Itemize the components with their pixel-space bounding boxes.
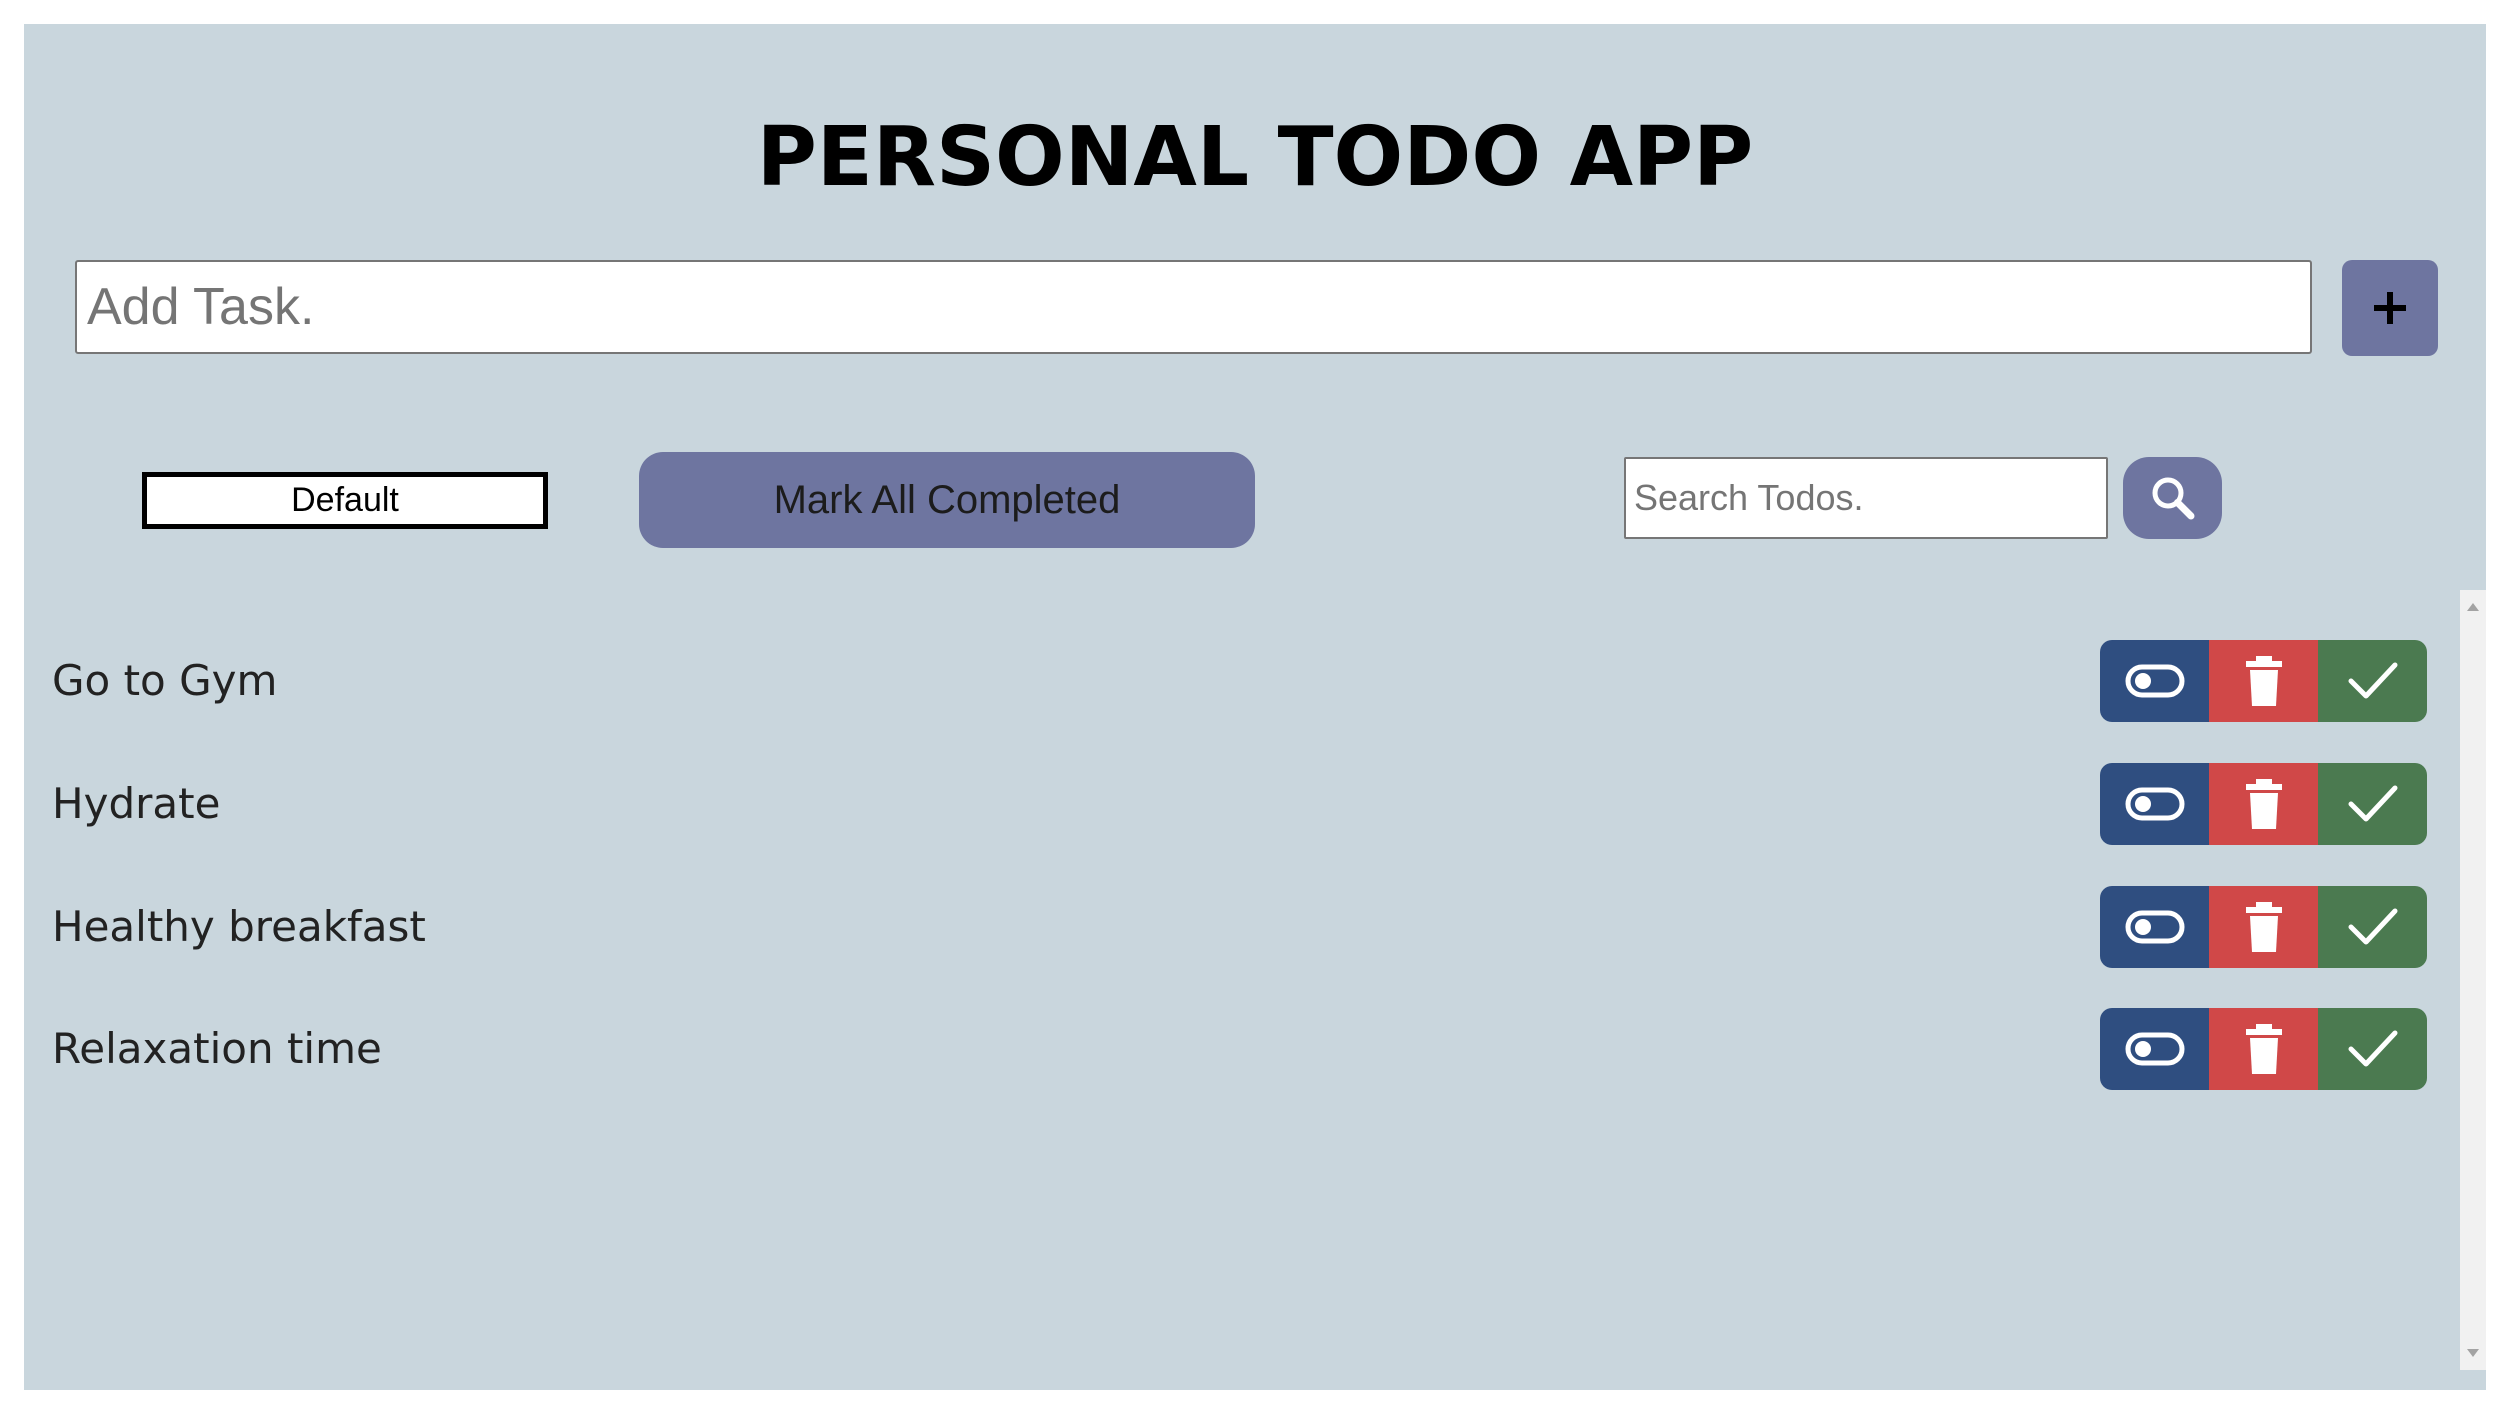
toggle-icon [2125, 664, 2184, 698]
search-input[interactable] [1624, 457, 2108, 539]
add-task-button[interactable] [2342, 260, 2438, 356]
check-icon [2348, 662, 2397, 699]
todo-item: Hydrate [24, 763, 2460, 845]
todo-item: Healthy breakfast [24, 886, 2460, 968]
complete-todo-button[interactable] [2318, 886, 2427, 968]
toggle-todo-button[interactable] [2100, 640, 2209, 722]
plus-icon [2374, 292, 2406, 324]
toggle-icon [2125, 787, 2184, 821]
search-button[interactable] [2123, 457, 2222, 539]
check-icon [2348, 785, 2397, 822]
trash-icon [2245, 656, 2282, 706]
todo-list-scrollbar[interactable] [2460, 590, 2486, 1370]
page-title: PERSONAL TODO APP [756, 110, 1754, 205]
todo-list: Go to Gym Hydrate Healthy breakfast Rela… [24, 590, 2460, 1370]
todo-item-text: Hydrate [52, 779, 221, 828]
complete-todo-button[interactable] [2318, 640, 2427, 722]
check-icon [2348, 1030, 2397, 1067]
toggle-todo-button[interactable] [2100, 1008, 2209, 1090]
delete-todo-button[interactable] [2209, 886, 2318, 968]
scroll-up-arrow-icon[interactable] [2460, 594, 2486, 620]
toggle-todo-button[interactable] [2100, 763, 2209, 845]
todo-item: Go to Gym [24, 640, 2460, 722]
add-task-input[interactable] [75, 260, 2312, 354]
delete-todo-button[interactable] [2209, 763, 2318, 845]
toggle-icon [2125, 910, 2184, 944]
toggle-todo-button[interactable] [2100, 886, 2209, 968]
todo-item-text: Relaxation time [52, 1024, 382, 1073]
trash-icon [2245, 1024, 2282, 1074]
check-icon [2348, 908, 2397, 945]
complete-todo-button[interactable] [2318, 763, 2427, 845]
todo-item: Relaxation time [24, 1008, 2460, 1090]
trash-icon [2245, 779, 2282, 829]
todo-item-text: Healthy breakfast [52, 902, 426, 951]
delete-todo-button[interactable] [2209, 1008, 2318, 1090]
delete-todo-button[interactable] [2209, 640, 2318, 722]
filter-selected-value: Default [291, 481, 399, 519]
search-icon [2152, 477, 2194, 520]
todo-item-text: Go to Gym [52, 656, 278, 705]
toggle-icon [2125, 1032, 2184, 1066]
todo-app-container: PERSONAL TODO APP Default Mark All Compl… [24, 24, 2486, 1390]
trash-icon [2245, 902, 2282, 952]
scroll-down-arrow-icon[interactable] [2460, 1340, 2486, 1366]
mark-all-completed-button[interactable]: Mark All Completed [639, 452, 1255, 548]
complete-todo-button[interactable] [2318, 1008, 2427, 1090]
filter-select[interactable]: Default [142, 472, 548, 529]
mark-all-completed-label: Mark All Completed [773, 477, 1121, 522]
